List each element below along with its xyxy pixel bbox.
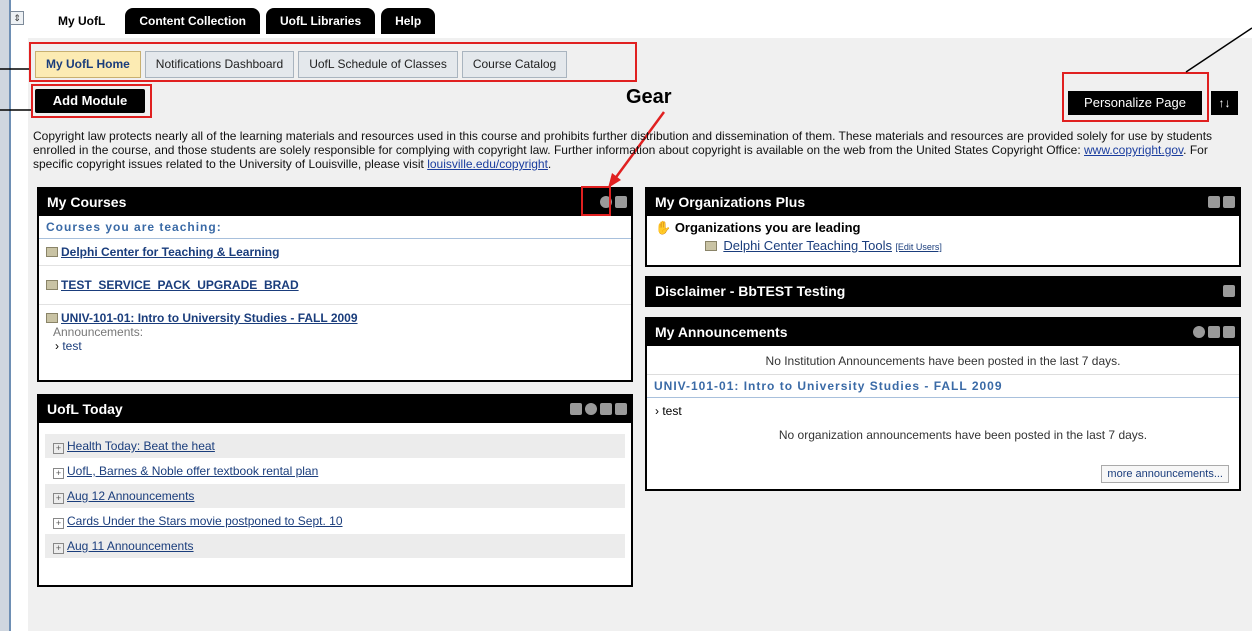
course-row: UNIV-101-01: Intro to University Studies… [39,305,631,325]
minimize-icon[interactable] [615,196,627,208]
news-link[interactable]: Cards Under the Stars movie postponed to… [67,514,343,528]
subtab-notifications-dashboard[interactable]: Notifications Dashboard [144,51,295,78]
reorder-icon[interactable]: ↑↓ [1211,91,1238,115]
uofl-today-module: UofL Today + Health Today: Beat the heat … [37,394,633,587]
my-courses-module: My Courses Courses you are teaching: Del… [37,187,633,382]
news-link[interactable]: UofL, Barnes & Noble offer textbook rent… [67,464,318,478]
disclaimer-header: Disclaimer - BbTEST Testing [647,278,1239,305]
news-link[interactable]: Health Today: Beat the heat [67,439,215,453]
no-org-announcements: No organization announcements have been … [778,428,1148,442]
add-module-button[interactable]: Add Module [35,89,145,113]
copyright-notice: Copyright law protects nearly all of the… [33,129,1245,171]
announcements-label: Announcements: [53,325,144,339]
course-row: TEST_SERVICE_PACK_UPGRADE_BRAD [39,266,631,305]
news-item: + UofL, Barnes & Noble offer textbook ren… [45,459,625,483]
book-icon [46,247,58,257]
chevron-right-icon: › [655,404,659,418]
courses-section-label: Courses you are teaching: [39,216,631,239]
minimize-icon[interactable] [1208,326,1220,338]
org-row: Delphi Center Teaching Tools [Edit Users… [647,236,1239,253]
expand-icon[interactable]: + [53,443,64,454]
tab-my-uofl[interactable]: My UofL [44,8,120,34]
hand-icon: ✋ [655,220,672,235]
book-icon [46,280,58,290]
disclaimer-module: Disclaimer - BbTEST Testing [645,276,1241,307]
my-announcements-header: My Announcements [647,319,1239,346]
organizations-heading-text: Organizations you are leading [674,220,861,235]
more-announcements-button[interactable]: more announcements... [1101,465,1229,483]
course-row: Delphi Center for Teaching & Learning [39,239,631,266]
my-announcements-title: My Announcements [655,324,788,340]
personalize-page-button[interactable]: Personalize Page [1068,91,1202,115]
close-icon[interactable] [615,403,627,415]
chevron-right-icon: › [55,339,59,353]
left-rail [0,0,11,631]
gear-icon[interactable] [1193,326,1205,338]
louisville-copyright-link[interactable]: louisville.edu/copyright [427,157,548,171]
close-icon[interactable] [1223,326,1235,338]
subtab-schedule-of-classes[interactable]: UofL Schedule of Classes [298,51,458,78]
my-organizations-module: My Organizations Plus ✋ Organizations yo… [645,187,1241,267]
expand-icon[interactable]: + [53,493,64,504]
course-link-test-service-pack[interactable]: TEST_SERVICE_PACK_UPGRADE_BRAD [61,278,299,292]
news-link[interactable]: Aug 11 Announcements [67,539,194,553]
my-organizations-header: My Organizations Plus [647,189,1239,216]
tab-content-collection[interactable]: Content Collection [125,8,260,34]
announcement-item: › test [647,398,1239,418]
subtab-course-catalog[interactable]: Course Catalog [461,51,568,78]
comment-icon[interactable] [1208,196,1220,208]
announcement-item: › test [39,339,631,353]
course-link-univ-101[interactable]: UNIV-101-01: Intro to University Studies… [61,311,358,325]
news-item: + Health Today: Beat the heat [45,434,625,458]
copyright-text: Copyright law protects nearly all of the… [33,129,1213,157]
expand-icon[interactable]: + [53,468,64,479]
collapse-rail-icon[interactable]: ⇕ [10,11,24,25]
book-icon [46,313,58,323]
edit-users-link[interactable]: [Edit Users] [895,242,942,252]
news-link[interactable]: Aug 12 Announcements [67,489,194,503]
news-item: + Cards Under the Stars movie postponed t… [45,509,625,533]
org-link[interactable]: Delphi Center Teaching Tools [723,238,892,253]
announcement-link[interactable]: test [62,339,81,353]
news-item: + Aug 11 Announcements [45,534,625,558]
subtab-my-uofl-home[interactable]: My UofL Home [35,51,141,78]
book-icon [705,241,717,251]
sub-tab-bar: My UofL Home Notifications Dashboard Uof… [29,42,637,82]
tab-help[interactable]: Help [381,8,436,34]
gear-icon[interactable] [585,403,597,415]
organizations-heading: ✋ Organizations you are leading [647,216,1239,236]
copyright-gov-link[interactable]: www.copyright.gov [1084,143,1183,157]
announcement-course-section: UNIV-101-01: Intro to University Studies… [647,374,1239,398]
my-courses-title: My Courses [47,194,127,210]
my-organizations-title: My Organizations Plus [655,194,806,210]
minimize-icon[interactable] [600,403,612,415]
copyright-text-3: . [547,157,552,171]
announcement-link[interactable]: test [662,404,681,418]
uofl-today-header: UofL Today [39,396,631,423]
news-item: + Aug 12 Announcements [45,484,625,508]
tab-uofl-libraries[interactable]: UofL Libraries [266,8,376,34]
my-announcements-module: My Announcements No Institution Announce… [645,317,1241,491]
disclaimer-title: Disclaimer - BbTEST Testing [655,283,846,299]
top-tab-bar: My UofL Content Collection UofL Librarie… [44,8,441,34]
minimize-icon[interactable] [1223,196,1235,208]
no-institution-announcements: No Institution Announcements have been p… [765,354,1121,368]
gear-annotation-label: Gear [626,86,672,108]
expand-icon[interactable]: + [53,543,64,554]
gear-highlight [581,186,611,216]
minimize-icon[interactable] [1223,285,1235,297]
course-link-delphi[interactable]: Delphi Center for Teaching & Learning [61,245,279,259]
comment-icon[interactable] [570,403,582,415]
my-courses-header: My Courses [39,189,631,216]
uofl-today-title: UofL Today [47,401,123,417]
expand-icon[interactable]: + [53,518,64,529]
